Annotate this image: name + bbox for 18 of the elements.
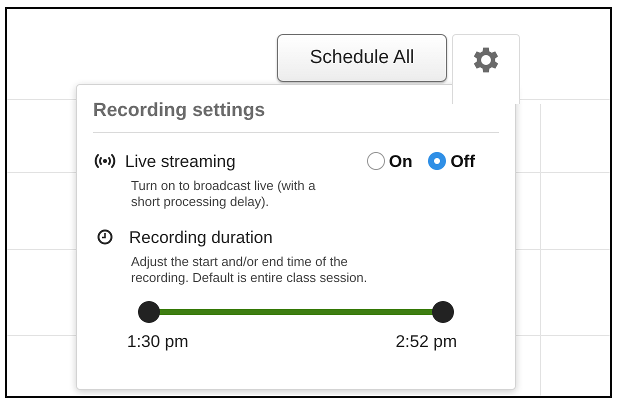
settings-tab[interactable] <box>452 34 520 104</box>
time-reading: 1:30 pm <box>127 330 188 352</box>
radio-button[interactable] <box>428 152 446 170</box>
clock-icon <box>97 229 113 246</box>
setting-label: Recording duration <box>129 226 273 248</box>
slider-thumb[interactable] <box>432 300 454 322</box>
popover-title: Recording settings <box>93 97 499 132</box>
setting-description: Turn on to broadcast live (with a short processing delay). <box>131 178 316 210</box>
broadcast-icon <box>93 152 117 170</box>
setting-label: Live streaming <box>125 150 236 172</box>
radio-option[interactable]: On <box>366 148 412 174</box>
slider-thumb[interactable] <box>138 300 160 322</box>
time-reading: 2:52 pm <box>396 330 457 352</box>
schedule-all-button[interactable]: Schedule All <box>277 34 447 82</box>
setting-description: Adjust the start and/or end time of the recording. Default is entire class session. <box>131 254 368 286</box>
time-range-slider[interactable] <box>138 300 454 322</box>
radio-option[interactable]: Off <box>428 148 475 174</box>
radio-button[interactable] <box>366 152 385 170</box>
